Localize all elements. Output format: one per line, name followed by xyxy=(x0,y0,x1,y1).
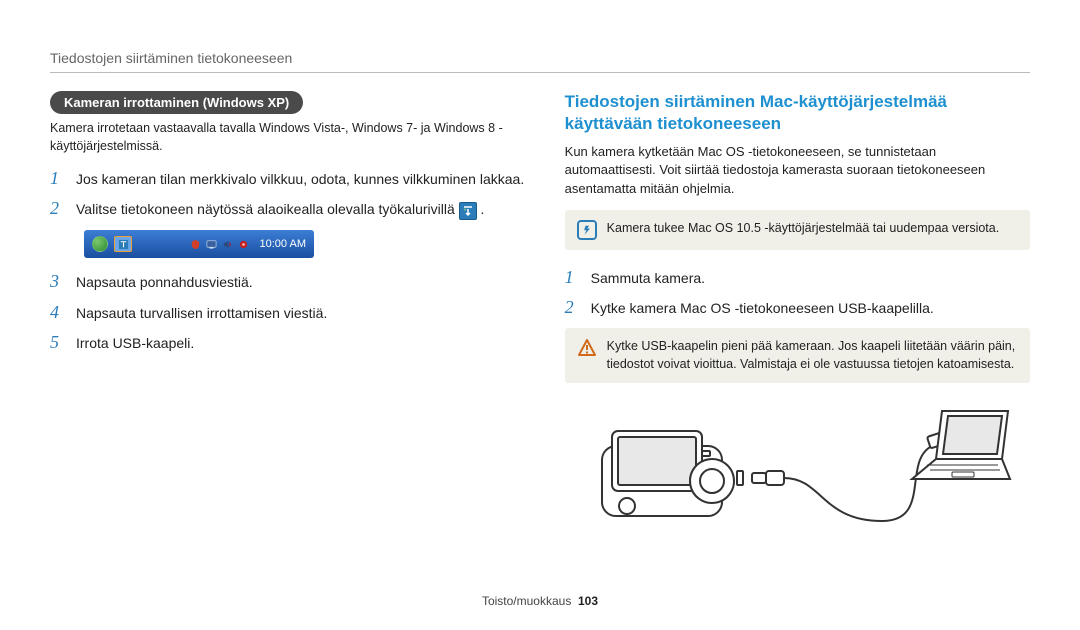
step-number: 1 xyxy=(50,169,66,189)
monitor-icon xyxy=(206,238,218,250)
step-number: 4 xyxy=(50,303,66,323)
step-list: 1 Sammuta kamera. 2 Kytke kamera Mac OS … xyxy=(565,268,1030,319)
divider xyxy=(50,72,1030,73)
eject-icon xyxy=(117,238,129,250)
breadcrumb: Tiedostojen siirtäminen tietokoneeseen xyxy=(50,50,1030,66)
tray-group xyxy=(114,236,132,252)
step-number: 5 xyxy=(50,333,66,353)
eject-icon xyxy=(459,202,477,220)
step-text: Sammuta kamera. xyxy=(591,268,1030,288)
camera-icon xyxy=(602,431,743,516)
network-icon xyxy=(238,238,250,250)
info-icon xyxy=(577,220,597,240)
start-button-icon xyxy=(92,236,108,252)
step-text: Valitse tietokoneen näytössä alaoikealla… xyxy=(76,199,525,220)
list-item: 3 Napsauta ponnahdusviestiä. xyxy=(50,272,525,292)
right-column: Tiedostojen siirtäminen Mac-käyttöjärjes… xyxy=(565,91,1030,541)
left-column: Kameran irrottaminen (Windows XP) Kamera… xyxy=(50,91,525,541)
section-pill: Kameran irrottaminen (Windows XP) xyxy=(50,91,303,114)
note-text: Kytke USB-kaapelin pieni pää kameraan. J… xyxy=(607,338,1018,373)
list-item: 2 Kytke kamera Mac OS -tietokoneeseen US… xyxy=(565,298,1030,318)
note-text: Kamera tukee Mac OS 10.5 -käyttöjärjeste… xyxy=(607,220,1000,238)
warning-icon xyxy=(577,338,597,358)
shield-icon xyxy=(190,238,202,250)
connection-illustration xyxy=(565,401,1030,541)
list-item: 1 Jos kameran tilan merkkivalo vilkkuu, … xyxy=(50,169,525,189)
list-item: 2 Valitse tietokoneen näytössä alaoikeal… xyxy=(50,199,525,220)
step-number: 2 xyxy=(50,199,66,219)
step-list-continued: 3 Napsauta ponnahdusviestiä. 4 Napsauta … xyxy=(50,272,525,353)
list-item: 4 Napsauta turvallisen irrottamisen vies… xyxy=(50,303,525,323)
step-text-fragment: Valitse tietokoneen näytössä alaoikealla… xyxy=(76,201,459,217)
volume-icon xyxy=(222,238,234,250)
taskbar-illustration: 10:00 AM xyxy=(84,230,314,258)
page-number: 103 xyxy=(578,594,598,608)
step-text-fragment: . xyxy=(477,201,485,217)
step-text: Irrota USB-kaapeli. xyxy=(76,333,525,353)
laptop-icon xyxy=(912,411,1010,479)
step-text: Napsauta ponnahdusviestiä. xyxy=(76,272,525,292)
section-intro: Kamera irrotetaan vastaavalla tavalla Wi… xyxy=(50,120,525,155)
step-list: 1 Jos kameran tilan merkkivalo vilkkuu, … xyxy=(50,169,525,220)
footer-label: Toisto/muokkaus xyxy=(482,594,571,608)
taskbar-clock: 10:00 AM xyxy=(260,238,306,250)
section-intro: Kun kamera kytketään Mac OS -tietokonees… xyxy=(565,143,1030,198)
list-item: 5 Irrota USB-kaapeli. xyxy=(50,333,525,353)
system-tray: 10:00 AM xyxy=(190,238,306,250)
step-number: 2 xyxy=(565,298,581,318)
info-note: Kamera tukee Mac OS 10.5 -käyttöjärjeste… xyxy=(565,210,1030,250)
step-text: Kytke kamera Mac OS -tietokoneeseen USB-… xyxy=(591,298,1030,318)
page-footer: Toisto/muokkaus 103 xyxy=(0,594,1080,608)
warning-note: Kytke USB-kaapelin pieni pää kameraan. J… xyxy=(565,328,1030,383)
step-text: Napsauta turvallisen irrottamisen viesti… xyxy=(76,303,525,323)
step-number: 3 xyxy=(50,272,66,292)
list-item: 1 Sammuta kamera. xyxy=(565,268,1030,288)
step-text: Jos kameran tilan merkkivalo vilkkuu, od… xyxy=(76,169,525,189)
section-heading: Tiedostojen siirtäminen Mac-käyttöjärjes… xyxy=(565,91,1030,135)
step-number: 1 xyxy=(565,268,581,288)
